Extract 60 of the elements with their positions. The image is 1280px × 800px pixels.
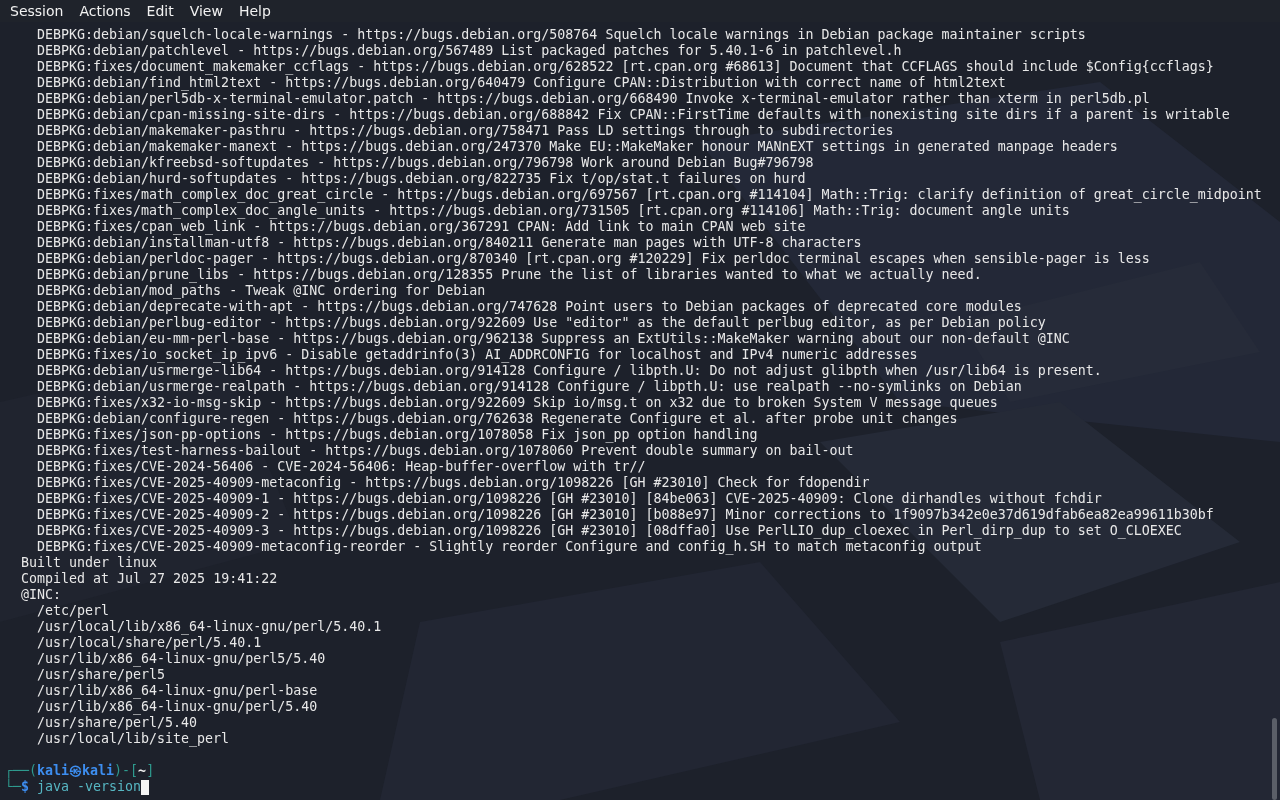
terminal-line: DEBPKG:fixes/test-harness-bailout - https://bugs.debian.org/1078060 Prevent double summary on bail-out xyxy=(37,443,854,459)
terminal-line: DEBPKG:debian/makemaker-manext - https://bugs.debian.org/247370 Make EU::MakeMaker honour MANnEXT settings in generated manpage headers xyxy=(37,139,1118,155)
terminal-line: DEBPKG:debian/deprecate-with-apt - https://bugs.debian.org/747628 Point users to Debian packages of deprecated core modules xyxy=(37,299,1022,315)
terminal-line: /usr/local/share/perl/5.40.1 xyxy=(37,635,262,651)
terminal-line: DEBPKG:fixes/cpan_web_link - https://bugs.debian.org/367291 CPAN: Add link to main CPAN web site xyxy=(37,219,806,235)
terminal-line: DEBPKG:fixes/CVE-2025-40909-3 - https://bugs.debian.org/1098226 [GH #23010] [08dffa0] Use PerlLIO_dup_cloexec in Perl_dirp_dup to set O_CLOEXEC xyxy=(37,523,1182,539)
terminal-line: DEBPKG:debian/eu-mm-perl-base - https://bugs.debian.org/962138 Suppress an ExtUtils::MakeMaker warning about our non-default @INC xyxy=(37,331,1070,347)
terminal-line: /etc/perl xyxy=(37,603,110,619)
terminal-line: DEBPKG:fixes/json-pp-options - https://bugs.debian.org/1078058 Fix json_pp option handling xyxy=(37,427,758,443)
menu-item[interactable]: View xyxy=(181,1,231,21)
command-text[interactable]: java -version xyxy=(37,779,142,795)
prompt-frame: ] xyxy=(146,763,155,779)
terminal-line: DEBPKG:debian/squelch-locale-warnings - https://bugs.debian.org/508764 Squelch locale warnings in Debian package maintainer scripts xyxy=(37,27,1086,43)
terminal-line: /usr/lib/x86_64-linux-gnu/perl5/5.40 xyxy=(37,651,326,667)
terminal-line: DEBPKG:debian/cpan-missing-site-dirs - https://bugs.debian.org/688842 Fix CPAN::FirstTime defaults with nonexisting site dirs if a parent is writable xyxy=(37,107,1230,123)
terminal-line: DEBPKG:fixes/CVE-2025-40909-metaconfig - https://bugs.debian.org/1098226 [GH #23010] Check for fdopendir xyxy=(37,475,870,491)
terminal-line: /usr/share/perl5 xyxy=(37,667,166,683)
terminal-line: Built under linux xyxy=(21,555,158,571)
terminal-line: DEBPKG:debian/patchlevel - https://bugs.debian.org/567489 List packaged patches for 5.40.1-6 in patchlevel.h xyxy=(37,43,902,59)
terminal-line: DEBPKG:debian/mod_paths - Tweak @INC ordering for Debian xyxy=(37,283,486,299)
terminal-line: DEBPKG:debian/installman-utf8 - https://bugs.debian.org/840211 Generate man pages with UTF-8 characters xyxy=(37,235,862,251)
terminal-line: /usr/local/lib/site_perl xyxy=(37,731,230,747)
terminal-line: /usr/local/lib/x86_64-linux-gnu/perl/5.40.1 xyxy=(37,619,382,635)
terminal-line: DEBPKG:debian/kfreebsd-softupdates - https://bugs.debian.org/796798 Work around Debian Bug#796798 xyxy=(37,155,814,171)
terminal-line: DEBPKG:fixes/math_complex_doc_great_circle - https://bugs.debian.org/697567 [rt.cpan.org #114104] Math::Trig: clarify definition of great_circle_midpoint xyxy=(37,187,1262,203)
terminal-line: DEBPKG:fixes/CVE-2025-40909-1 - https://bugs.debian.org/1098226 [GH #23010] [84be063] CVE-2025-40909: Clone dirhandles without fchdir xyxy=(37,491,1102,507)
menu-item[interactable]: Help xyxy=(230,1,279,21)
terminal-line: DEBPKG:fixes/math_complex_doc_angle_units - https://bugs.debian.org/731505 [rt.cpan.org #114106] Math::Trig: document angle units xyxy=(37,203,1070,219)
terminal-line: DEBPKG:fixes/document_makemaker_ccflags - https://bugs.debian.org/628522 [rt.cpan.org #68613] Document that CCFLAGS should include $Config{ccflags} xyxy=(37,59,1214,75)
terminal-line: /usr/share/perl/5.40 xyxy=(37,715,198,731)
terminal-line: Compiled at Jul 27 2025 19:41:22 xyxy=(21,571,278,587)
menu-item[interactable]: Actions xyxy=(71,1,139,21)
terminal-line: DEBPKG:debian/prune_libs - https://bugs.debian.org/128355 Prune the list of libraries wanted to what we actually need. xyxy=(37,267,982,283)
prompt-path: ~ xyxy=(138,763,147,779)
prompt-frame: └─ xyxy=(5,779,21,795)
prompt-frame: ┌──( xyxy=(5,763,38,779)
terminal-line: DEBPKG:fixes/CVE-2025-40909-metaconfig-reorder - Slightly reorder Configure and config_h.SH to match metaconfig output xyxy=(37,539,982,555)
terminal-line: DEBPKG:fixes/CVE-2024-56406 - CVE-2024-56406: Heap-buffer-overflow with tr// xyxy=(37,459,646,475)
menu-item[interactable]: Session xyxy=(2,1,72,21)
terminal-line: /usr/lib/x86_64-linux-gnu/perl/5.40 xyxy=(37,699,318,715)
terminal-line: DEBPKG:debian/find_html2text - https://bugs.debian.org/640479 Configure CPAN::Distribution with correct name of html2text xyxy=(37,75,1006,91)
terminal-line: DEBPKG:debian/configure-regen - https://bugs.debian.org/762638 Regenerate Configure et al. after probe unit changes xyxy=(37,411,958,427)
text-cursor xyxy=(141,779,150,795)
terminal-line: DEBPKG:fixes/io_socket_ip_ipv6 - Disable getaddrinfo(3) AI_ADDRCONFIG for localhost and IPv4 numeric addresses xyxy=(37,347,918,363)
terminal-line: DEBPKG:fixes/x32-io-msg-skip - https://bugs.debian.org/922609 Skip io/msg.t on x32 due to broken System V message queues xyxy=(37,395,998,411)
terminal-line: DEBPKG:debian/perldoc-pager - https://bugs.debian.org/870340 [rt.cpan.org #120229] Fix perldoc terminal escapes when sensible-pager is less xyxy=(37,251,1150,267)
menu-item[interactable]: Edit xyxy=(138,1,182,21)
prompt-symbol: $ xyxy=(21,779,30,795)
prompt-frame: )-[ xyxy=(114,763,139,779)
scrollbar[interactable] xyxy=(1272,718,1277,800)
terminal-line: /usr/lib/x86_64-linux-gnu/perl-base xyxy=(37,683,318,699)
terminal-line: DEBPKG:debian/hurd-softupdates - https://bugs.debian.org/822735 Fix t/op/stat.t failures on hurd xyxy=(37,171,806,187)
terminal-line: DEBPKG:debian/makemaker-pasthru - https://bugs.debian.org/758471 Pass LD settings through to subdirectories xyxy=(37,123,894,139)
terminal-line: DEBPKG:debian/perl5db-x-terminal-emulator.patch - https://bugs.debian.org/668490 Invoke x-terminal-emulator rather than xterm in perl5db.pl xyxy=(37,91,1150,107)
terminal-line: DEBPKG:debian/perlbug-editor - https://bugs.debian.org/922609 Use "editor" as the default perlbug editor, as per Debian policy xyxy=(37,315,1046,331)
terminal-line: DEBPKG:debian/usrmerge-lib64 - https://bugs.debian.org/914128 Configure / libpth.U: Do not adjust glibpth when /usr/lib64 is present. xyxy=(37,363,1102,379)
terminal-line: @INC: xyxy=(21,587,62,603)
terminal-line: DEBPKG:debian/usrmerge-realpath - https://bugs.debian.org/914128 Configure / libpth.U: use realpath --no-symlinks on Debian xyxy=(37,379,1022,395)
terminal-line: DEBPKG:fixes/CVE-2025-40909-2 - https://bugs.debian.org/1098226 [GH #23010] [b088e97] Minor corrections to 1f9097b342e0e37d619dfab6ea82ea99611b30bf xyxy=(37,507,1214,523)
prompt-user: kali㉿kali xyxy=(37,763,115,779)
